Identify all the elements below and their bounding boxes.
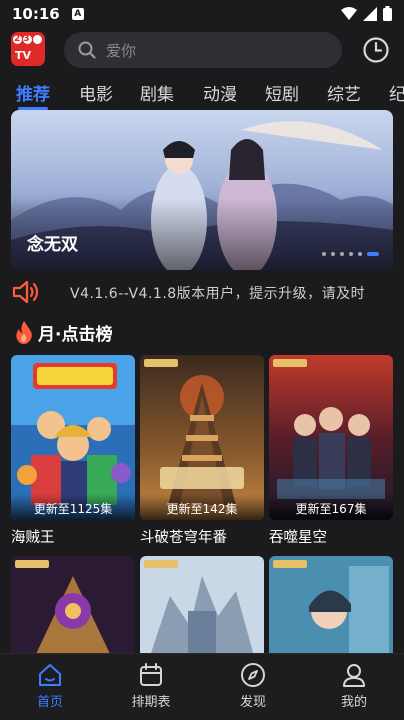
tab-documentary[interactable]: 纪 xyxy=(389,80,404,105)
status-icons xyxy=(341,6,392,21)
category-tabs: 推荐 电影 剧集 动漫 短剧 综艺 纪 xyxy=(0,76,404,110)
nav-home[interactable]: 首页 xyxy=(10,662,90,710)
video-poster xyxy=(11,556,135,656)
video-card[interactable] xyxy=(269,556,393,656)
announcement-text: V4.1.6--V4.1.8版本用户，提示升级，请及时 xyxy=(70,286,366,302)
signal-icon xyxy=(363,6,377,21)
tab-movies[interactable]: 电影 xyxy=(79,80,113,105)
logo-dot xyxy=(33,35,42,44)
video-card[interactable]: 更新至167集 吞噬星空 xyxy=(269,355,393,547)
nav-schedule-label: 排期表 xyxy=(131,695,171,710)
tab-series[interactable]: 剧集 xyxy=(140,80,174,105)
video-title: 海贼王 xyxy=(11,530,55,546)
calendar-icon xyxy=(140,663,162,686)
speaker-icon xyxy=(12,280,39,304)
compass-icon xyxy=(241,663,265,687)
video-card[interactable]: 更新至1125集 海贼王 xyxy=(11,355,135,547)
notification-icon: A xyxy=(71,8,84,20)
pagination-dot[interactable] xyxy=(322,252,326,256)
nav-discover[interactable]: 发现 xyxy=(213,662,293,710)
search-placeholder: 爱你 xyxy=(106,41,137,60)
poster-image xyxy=(11,556,135,656)
video-card[interactable] xyxy=(140,556,264,656)
search-icon xyxy=(78,41,96,59)
search-input[interactable]: 爱你 xyxy=(64,32,342,68)
pagination-dot[interactable] xyxy=(358,252,362,256)
video-card[interactable]: 更新至142集 斗破苍穹年番 xyxy=(140,355,264,547)
video-poster: 更新至1125集 xyxy=(11,355,135,520)
nav-schedule[interactable]: 排期表 xyxy=(111,662,191,710)
update-status: 更新至1125集 xyxy=(11,494,135,520)
nav-discover-label: 发现 xyxy=(239,695,266,710)
tab-short-drama[interactable]: 短剧 xyxy=(265,80,299,105)
bottom-navigation: 首页 排期表 发现 我的 xyxy=(0,653,404,720)
video-poster: 更新至167集 xyxy=(269,355,393,520)
video-poster xyxy=(140,556,264,656)
announcement-bar[interactable]: V4.1.6--V4.1.8版本用户，提示升级，请及时 xyxy=(0,276,404,308)
nav-profile[interactable]: 我的 xyxy=(314,662,394,710)
logo-text-bottom: TV xyxy=(15,49,32,62)
pagination-dot[interactable] xyxy=(331,252,335,256)
banner-pagination xyxy=(322,252,379,256)
history-icon[interactable] xyxy=(362,36,390,64)
wifi-icon xyxy=(341,6,357,20)
poster-image xyxy=(269,556,393,656)
battery-icon xyxy=(383,6,392,21)
poster-image xyxy=(140,556,264,656)
logo-text-top: 23 xyxy=(14,34,33,44)
home-icon xyxy=(39,664,61,686)
video-card[interactable] xyxy=(11,556,135,656)
status-time: 10:16 xyxy=(12,5,60,23)
video-title: 吞噬星空 xyxy=(269,530,327,546)
pagination-dot[interactable] xyxy=(349,252,353,256)
tab-anime[interactable]: 动漫 xyxy=(203,80,237,105)
status-bar: 10:16 A xyxy=(0,0,404,28)
hero-banner[interactable]: 念无双 xyxy=(11,110,393,270)
section-header: 月·点击榜 xyxy=(14,318,112,346)
video-poster xyxy=(269,556,393,656)
nav-home-label: 首页 xyxy=(36,695,63,710)
tab-variety[interactable]: 综艺 xyxy=(327,80,361,105)
pagination-dot[interactable] xyxy=(340,252,344,256)
tab-recommend[interactable]: 推荐 xyxy=(16,80,50,105)
update-status: 更新至142集 xyxy=(140,494,264,520)
update-status: 更新至167集 xyxy=(269,494,393,520)
pagination-dot-active[interactable] xyxy=(367,252,379,256)
app-screen: 10:16 A 23 TV 爱你 推荐 电影 剧集 动漫 短剧 综艺 纪 念无双… xyxy=(0,0,404,720)
section-title: 月·点击榜 xyxy=(38,324,113,345)
top-header: 23 TV 爱你 xyxy=(0,30,404,72)
nav-profile-label: 我的 xyxy=(340,695,367,710)
video-title: 斗破苍穹年番 xyxy=(140,530,227,546)
video-poster: 更新至142集 xyxy=(140,355,264,520)
app-logo[interactable]: 23 TV xyxy=(11,32,45,66)
banner-title: 念无双 xyxy=(27,235,78,255)
user-icon xyxy=(343,664,365,687)
fire-icon xyxy=(16,321,32,344)
